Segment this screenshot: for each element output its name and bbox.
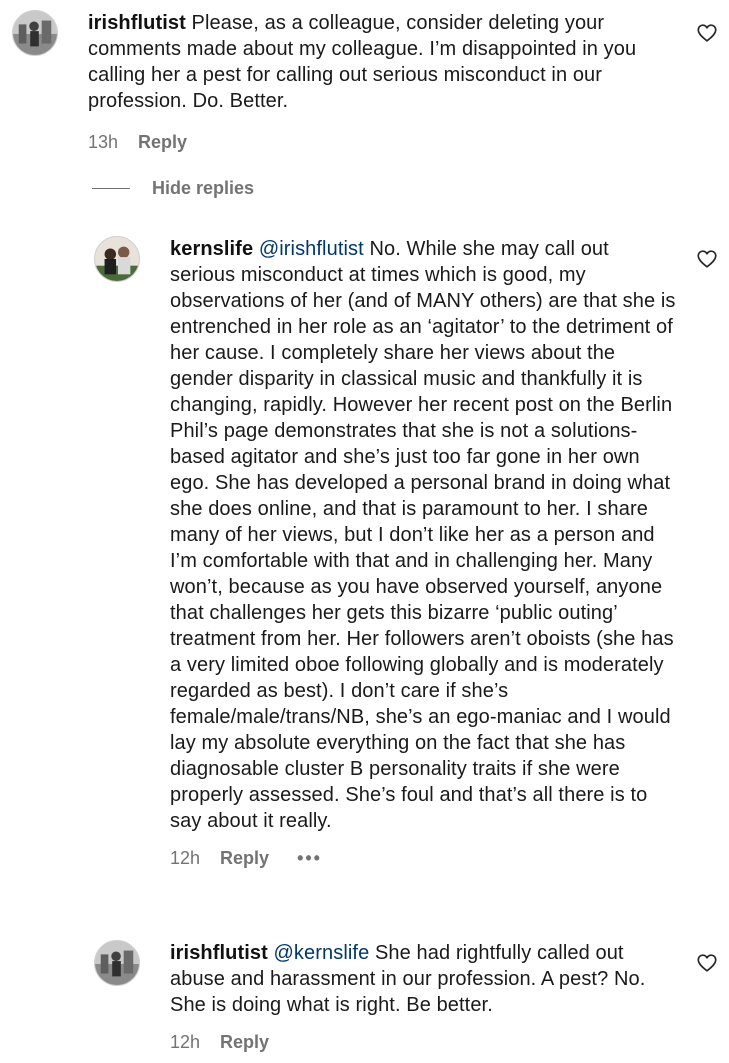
avatar-image <box>13 11 57 55</box>
comment-timestamp[interactable]: 12h <box>170 1032 200 1053</box>
reply-button[interactable]: Reply <box>220 848 269 869</box>
reply-button[interactable]: Reply <box>220 1032 269 1053</box>
mention-link[interactable]: @irishflutist <box>253 238 364 260</box>
avatar-image <box>95 237 139 281</box>
comment-timestamp[interactable]: 13h <box>88 132 118 153</box>
comment-username[interactable]: irishflutist <box>170 942 268 964</box>
comment-body: irishflutist @kernslife She had rightful… <box>170 940 676 1053</box>
comment-text: irishflutist Please, as a colleague, con… <box>88 10 672 114</box>
reply-item: irishflutist @kernslife She had rightful… <box>94 940 676 1053</box>
comment-item: irishflutist Please, as a colleague, con… <box>12 10 672 153</box>
comment-meta: 12h Reply ••• <box>170 848 676 869</box>
avatar[interactable] <box>94 236 140 282</box>
comment-meta: 13h Reply <box>88 132 672 153</box>
comment-timestamp[interactable]: 12h <box>170 848 200 869</box>
comment-text: irishflutist @kernslife She had rightful… <box>170 940 676 1018</box>
thread-divider <box>92 188 130 189</box>
hide-replies-button[interactable]: Hide replies <box>92 178 254 199</box>
avatar[interactable] <box>12 10 58 56</box>
avatar-image <box>95 941 139 985</box>
reply-button[interactable]: Reply <box>138 132 187 153</box>
reply-item: kernslife @irishflutist No. While she ma… <box>94 236 676 869</box>
avatar[interactable] <box>94 940 140 986</box>
comment-meta: 12h Reply <box>170 1032 676 1053</box>
comment-text: kernslife @irishflutist No. While she ma… <box>170 236 676 834</box>
hide-replies-label: Hide replies <box>152 178 255 198</box>
comment-body: kernslife @irishflutist No. While she ma… <box>170 236 676 869</box>
comment-username[interactable]: irishflutist <box>88 12 186 34</box>
mention-link[interactable]: @kernslife <box>268 942 370 964</box>
comment-message: No. While she may call out serious misco… <box>170 238 676 832</box>
heart-icon[interactable] <box>696 248 718 270</box>
heart-icon[interactable] <box>696 22 718 44</box>
more-options-icon[interactable]: ••• <box>297 848 322 869</box>
comment-username[interactable]: kernslife <box>170 238 253 260</box>
comment-body: irishflutist Please, as a colleague, con… <box>88 10 672 153</box>
heart-icon[interactable] <box>696 952 718 974</box>
